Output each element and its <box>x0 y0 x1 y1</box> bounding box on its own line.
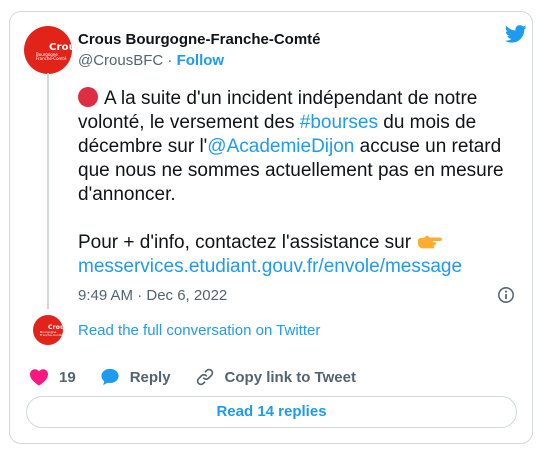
twitter-bird-icon[interactable] <box>505 25 527 43</box>
thread-line <box>47 73 49 309</box>
read-conversation-link[interactable]: Read the full conversation on Twitter <box>78 322 320 339</box>
author-avatar[interactable]: Crous BourgogneFranche-Comté <box>24 26 72 74</box>
author-name[interactable]: Crous Bourgogne-Franche-Comté <box>78 31 321 49</box>
like-count: 19 <box>59 368 76 386</box>
info-icon[interactable] <box>497 286 515 304</box>
tweet-timestamp[interactable]: 9:49 AM · Dec 6, 2022 <box>78 287 227 304</box>
reply-bubble-icon <box>101 368 119 386</box>
url-link[interactable]: messervices.etudiant.gouv.fr/envole/mess… <box>78 256 462 277</box>
follow-button[interactable]: Follow <box>177 52 225 69</box>
like-button[interactable]: 19 <box>29 368 76 386</box>
author-handle[interactable]: @CrousBFC <box>78 52 163 69</box>
avatar-brand-subtext: Bourgogne Franche-Comté <box>40 330 63 337</box>
avatar-brand-subtext: Bourgogne Franche-Comté <box>36 52 67 61</box>
reply-button[interactable]: Reply <box>100 368 171 386</box>
tweet-text: A la suite d'un incident indépendant de … <box>78 87 518 279</box>
author-block: Crous Bourgogne-Franche-Comté @CrousBFC … <box>78 31 321 70</box>
reply-label: Reply <box>129 368 171 386</box>
read-replies-button[interactable]: Read 14 replies <box>26 396 517 428</box>
tweet-paragraph-1: A la suite d'un incident indépendant de … <box>78 87 504 205</box>
conversation-avatar: Crous BourgogneFranche-Comté <box>33 315 63 345</box>
red-circle-emoji <box>78 87 98 107</box>
hashtag-link[interactable]: #bourses <box>300 112 378 133</box>
tweet-actions: 19 Reply Copy link to Tweet <box>29 367 380 387</box>
handle-separator: · <box>167 52 173 69</box>
copy-link-button[interactable]: Copy link to Tweet <box>195 367 356 387</box>
copy-link-label: Copy link to Tweet <box>224 368 356 386</box>
link-icon <box>196 368 213 386</box>
heart-icon <box>30 369 48 386</box>
mention-link[interactable]: @AcademieDijon <box>207 136 354 157</box>
tweet-paragraph-2: Pour + d'info, contactez l'assistance su… <box>78 232 463 277</box>
author-handle-row: @CrousBFC · Follow <box>78 52 321 70</box>
pointing-hand-emoji <box>418 235 443 249</box>
